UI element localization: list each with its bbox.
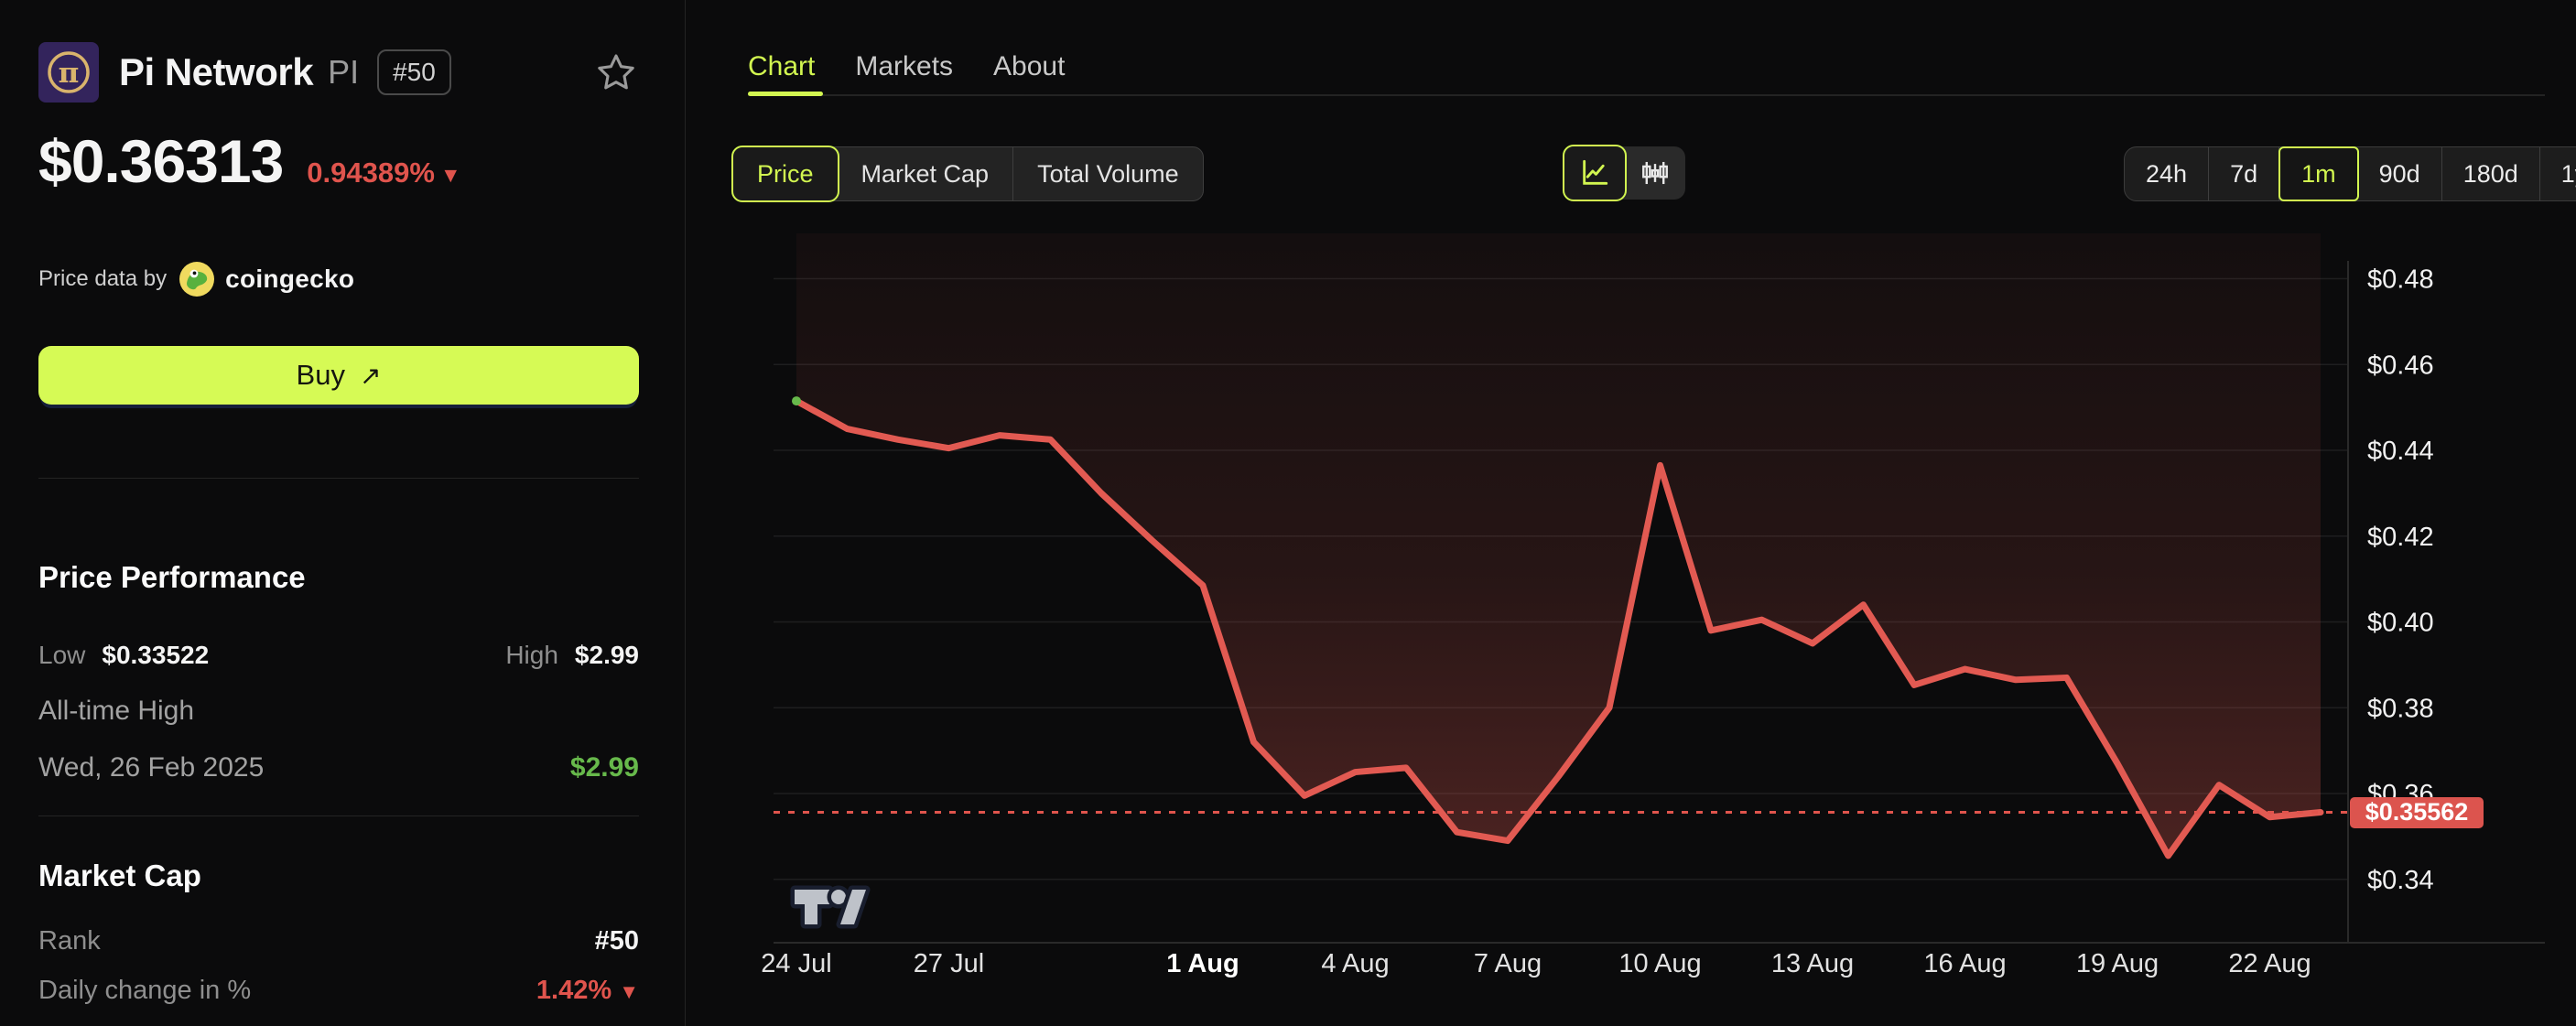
x-axis-label: 13 Aug bbox=[1771, 949, 1854, 978]
range-7d-button[interactable]: 7d bbox=[2209, 147, 2279, 200]
metric-price-button[interactable]: Price bbox=[731, 146, 839, 202]
metric-total-volume-button[interactable]: Total Volume bbox=[1013, 147, 1203, 200]
candlestick-chart-button[interactable] bbox=[1625, 146, 1685, 200]
tab-chart[interactable]: Chart bbox=[748, 51, 815, 97]
current-price-tag: $0.35562 bbox=[2350, 797, 2484, 828]
y-axis-label: $0.34 bbox=[2367, 866, 2434, 895]
tab-bar: Chart Markets About bbox=[748, 51, 1065, 97]
y-axis-label: $0.46 bbox=[2367, 351, 2434, 380]
chart-panel: $0.48$0.46$0.44$0.42$0.40$0.38$0.36$0.34… bbox=[685, 0, 2576, 1026]
line-chart-button[interactable] bbox=[1563, 145, 1627, 201]
x-axis-label: 1 Aug bbox=[1166, 949, 1239, 978]
y-axis-label: $0.44 bbox=[2367, 437, 2434, 466]
y-axis-label: $0.40 bbox=[2367, 609, 2434, 638]
range-90d-button[interactable]: 90d bbox=[2358, 147, 2442, 200]
tradingview-watermark-icon[interactable] bbox=[787, 880, 871, 934]
range-24h-button[interactable]: 24h bbox=[2125, 147, 2209, 200]
x-axis-label: 7 Aug bbox=[1474, 949, 1542, 978]
x-axis-label: 27 Jul bbox=[914, 949, 984, 978]
chart-type-toggle-group bbox=[1564, 146, 1685, 200]
x-axis-label: 16 Aug bbox=[1923, 949, 2006, 978]
active-tab-underline bbox=[748, 92, 823, 96]
x-axis-label: 10 Aug bbox=[1618, 949, 1701, 978]
tab-about[interactable]: About bbox=[993, 51, 1065, 97]
candlestick-icon bbox=[1640, 157, 1671, 189]
x-axis-label: 24 Jul bbox=[761, 949, 831, 978]
y-axis-label: $0.42 bbox=[2367, 523, 2434, 552]
y-axis-label: $0.38 bbox=[2367, 694, 2434, 723]
metric-toggle-group: Price Market Cap Total Volume bbox=[732, 146, 1204, 201]
range-1y-button[interactable]: 1y bbox=[2540, 147, 2576, 200]
tab-markets[interactable]: Markets bbox=[855, 51, 953, 97]
line-chart-icon bbox=[1579, 157, 1610, 189]
x-axis-label: 22 Aug bbox=[2228, 949, 2311, 978]
tab-bar-divider bbox=[748, 94, 2545, 96]
time-range-group: 24h 7d 1m 90d 180d 1y all bbox=[2124, 146, 2576, 201]
range-1m-button[interactable]: 1m bbox=[2278, 146, 2359, 201]
series-start-dot bbox=[792, 396, 801, 405]
range-180d-button[interactable]: 180d bbox=[2442, 147, 2540, 200]
x-axis-label: 4 Aug bbox=[1321, 949, 1389, 978]
metric-market-cap-button[interactable]: Market Cap bbox=[838, 147, 1014, 200]
x-axis-label: 19 Aug bbox=[2076, 949, 2159, 978]
price-area bbox=[796, 233, 2321, 856]
y-axis-label: $0.48 bbox=[2367, 265, 2434, 295]
